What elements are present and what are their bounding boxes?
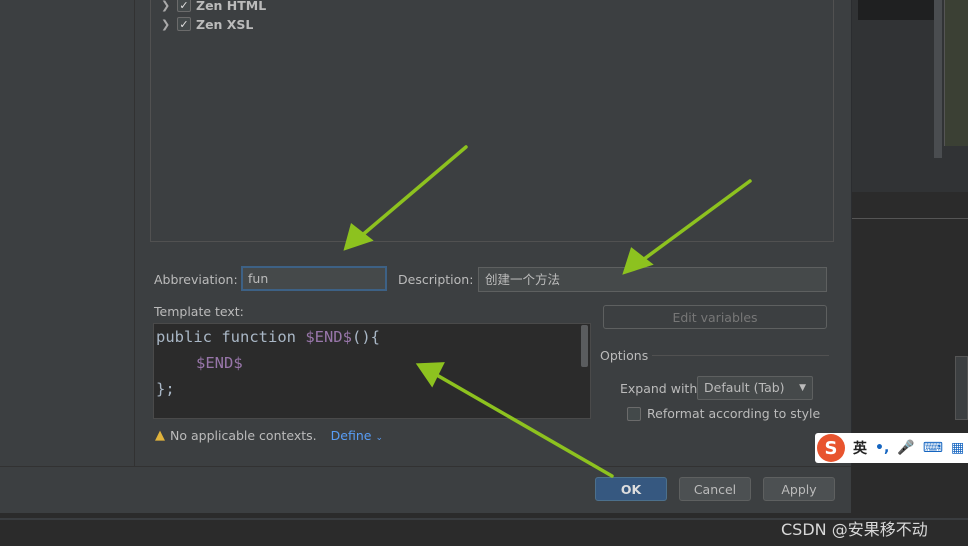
warning-icon: ▲ [155, 428, 165, 443]
code-line-2: $END$ [196, 354, 243, 372]
keyboard-icon[interactable]: ⌨ [923, 440, 943, 456]
description-input[interactable]: 创建一个方法 [478, 267, 827, 292]
description-label: Description: [398, 272, 474, 287]
ide-right-editor-area [944, 0, 968, 146]
mic-icon[interactable]: 🎤 [897, 440, 914, 456]
reformat-checkbox-row[interactable]: Reformat according to style [627, 406, 820, 421]
tree-item-label: Zen HTML [196, 0, 267, 13]
tree-item-checkbox[interactable]: ✓ [177, 0, 191, 12]
ide-right-scrollbar[interactable] [934, 0, 942, 158]
template-text-label: Template text: [154, 304, 244, 319]
editor-scrollbar[interactable] [581, 325, 588, 367]
apply-button[interactable]: Apply [763, 477, 835, 501]
expand-with-value: Default (Tab) [704, 380, 785, 395]
ide-right-tool-window [955, 356, 968, 420]
tree-item-checkbox[interactable]: ✓ [177, 17, 191, 31]
chevron-right-icon[interactable]: ❯ [161, 0, 173, 12]
options-divider [652, 355, 829, 356]
warning-text: No applicable contexts. [170, 428, 317, 443]
code-line-3: }; [156, 380, 175, 398]
ime-punctuation-toggle[interactable]: •, [875, 440, 889, 456]
define-link[interactable]: Define ⌄ [331, 428, 383, 443]
chevron-right-icon[interactable]: ❯ [161, 18, 173, 31]
live-templates-dialog: ❯ ✓ Zen HTML ❯ ✓ Zen XSL Abbreviation: f… [0, 0, 851, 513]
contexts-warning: ▲ No applicable contexts. Define ⌄ [155, 428, 383, 443]
sogou-logo-icon[interactable]: S [817, 434, 845, 462]
ok-button[interactable]: OK [595, 477, 667, 501]
ime-language-toggle[interactable]: 英 [853, 438, 867, 458]
code-line-1: public function $END$(){ [156, 328, 380, 346]
options-section-title: Options [600, 348, 649, 363]
csdn-watermark: CSDN @安果移不动 [781, 520, 928, 539]
ide-right-dark-area [858, 0, 938, 20]
tree-item-zen-xsl[interactable]: ❯ ✓ Zen XSL [161, 15, 253, 33]
template-tree-panel: ❯ ✓ Zen HTML ❯ ✓ Zen XSL [150, 0, 834, 242]
chevron-down-icon: ⌄ [375, 433, 383, 443]
dialog-left-sidebar [0, 0, 134, 466]
abbreviation-input[interactable]: fun [241, 266, 387, 291]
chevron-down-icon: ▼ [799, 383, 806, 393]
reformat-label: Reformat according to style [647, 406, 821, 421]
grid-icon[interactable]: ▦ [951, 440, 964, 456]
abbreviation-label: Abbreviation: [154, 272, 238, 287]
reformat-checkbox[interactable] [627, 406, 641, 421]
ide-right-divider [852, 218, 968, 219]
cancel-button[interactable]: Cancel [679, 477, 751, 501]
tree-item-zen-html[interactable]: ❯ ✓ Zen HTML [161, 0, 266, 14]
edit-variables-button[interactable]: Edit variables [603, 305, 827, 329]
expand-with-label: Expand with [620, 381, 698, 396]
ime-toolbar[interactable]: S 英 •, 🎤 ⌨ ▦ [815, 433, 968, 463]
expand-with-select[interactable]: Default (Tab) ▼ [697, 376, 813, 400]
tree-item-label: Zen XSL [196, 16, 254, 32]
template-text-editor[interactable]: public function $END$(){ $END$ }; [153, 323, 591, 419]
